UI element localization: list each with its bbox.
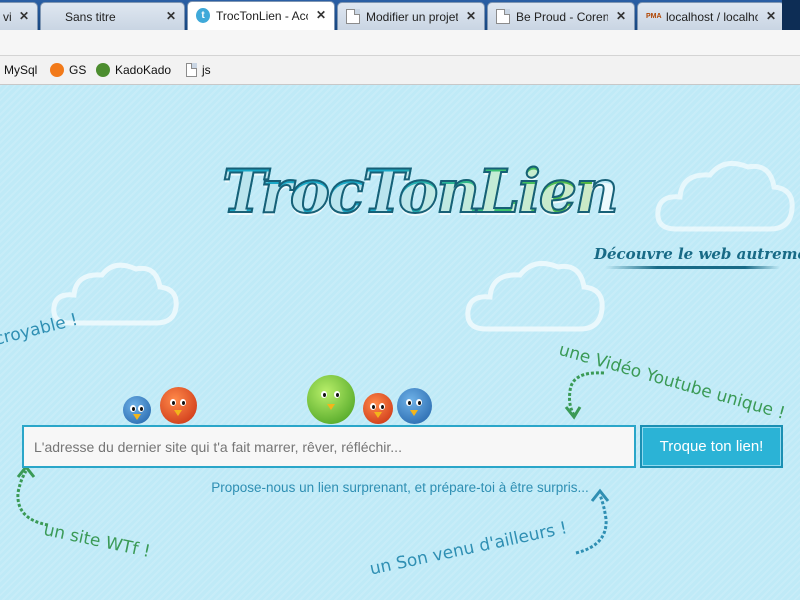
close-icon[interactable]: ✕ xyxy=(766,9,776,23)
tab-title: localhost / localho xyxy=(666,10,758,24)
red-bird-icon xyxy=(363,393,393,424)
bookmark-kadokado[interactable]: KadoKado xyxy=(96,62,171,78)
browser-tab[interactable]: Be Proud - Corent ✕ xyxy=(487,2,635,30)
green-bird-icon xyxy=(307,375,355,424)
cloud-decoration xyxy=(465,260,605,332)
phpmyadmin-favicon-icon: PMA xyxy=(646,13,662,20)
tagline-underline xyxy=(605,266,780,269)
document-icon xyxy=(496,9,510,24)
bookmark-label: KadoKado xyxy=(115,63,172,77)
kadokado-icon xyxy=(96,63,110,77)
close-icon[interactable]: ✕ xyxy=(316,8,326,22)
close-icon[interactable]: ✕ xyxy=(19,9,29,23)
tab-title: Be Proud - Corent xyxy=(516,10,608,24)
troctonlien-favicon-icon: t xyxy=(196,8,210,23)
tab-title: Modifier un projet xyxy=(366,10,458,24)
browser-tab[interactable]: Modifier un projet ✕ xyxy=(337,2,485,30)
arrow-doodle-icon xyxy=(564,371,605,420)
bookmark-label: js xyxy=(202,63,211,77)
page-content: TrocTonLien Découvre le web autrement. n… xyxy=(0,85,800,600)
bookmarks-bar: MySql GS KadoKado js xyxy=(0,56,800,85)
bookmark-js[interactable]: js xyxy=(186,62,211,78)
site-logo[interactable]: TrocTonLien xyxy=(221,156,620,228)
form-hint: Propose-nous un lien surprenant, et prép… xyxy=(211,480,589,495)
document-icon xyxy=(346,9,360,24)
note-son: un Son venu d'ailleurs ! xyxy=(368,518,569,580)
link-url-input[interactable] xyxy=(22,425,636,468)
document-icon xyxy=(186,63,197,77)
browser-tab[interactable]: vi ✕ xyxy=(0,2,38,30)
close-icon[interactable]: ✕ xyxy=(616,9,626,23)
address-bar[interactable] xyxy=(0,30,800,56)
arrow-doodle-icon xyxy=(575,488,610,555)
red-bird-icon xyxy=(160,387,197,424)
tab-title: TrocTonLien - Acc xyxy=(216,9,308,23)
bookmark-label: MySql xyxy=(4,63,38,77)
blue-bird-icon xyxy=(397,388,432,424)
bookmark-label: GS xyxy=(69,63,87,77)
site-tagline: Découvre le web autrement. xyxy=(594,245,800,263)
browser-tab[interactable]: Sans titre ✕ xyxy=(40,2,185,30)
browser-tab-bar: vi ✕ Sans titre ✕ t TrocTonLien - Acc ✕ … xyxy=(0,0,800,30)
submit-link-button[interactable]: Troque ton lien! xyxy=(640,425,783,468)
cloud-decoration xyxy=(655,160,795,232)
blue-bird-icon xyxy=(123,396,151,424)
close-icon[interactable]: ✕ xyxy=(466,9,476,23)
arrow-doodle-icon xyxy=(16,464,49,527)
window-corner xyxy=(782,0,800,30)
tab-title: vi xyxy=(3,10,12,24)
bookmark-mysql[interactable]: MySql xyxy=(4,62,37,78)
note-wtf: un site WTf ! xyxy=(41,520,153,563)
tab-title: Sans titre xyxy=(65,10,116,24)
bookmark-gs[interactable]: GS xyxy=(50,62,86,78)
note-incroyable: ncroyable ! xyxy=(0,309,80,353)
gs-icon xyxy=(50,63,64,77)
browser-tab[interactable]: PMA localhost / localho ✕ xyxy=(637,2,785,30)
browser-tab-active[interactable]: t TrocTonLien - Acc ✕ xyxy=(187,1,335,30)
close-icon[interactable]: ✕ xyxy=(166,9,176,23)
